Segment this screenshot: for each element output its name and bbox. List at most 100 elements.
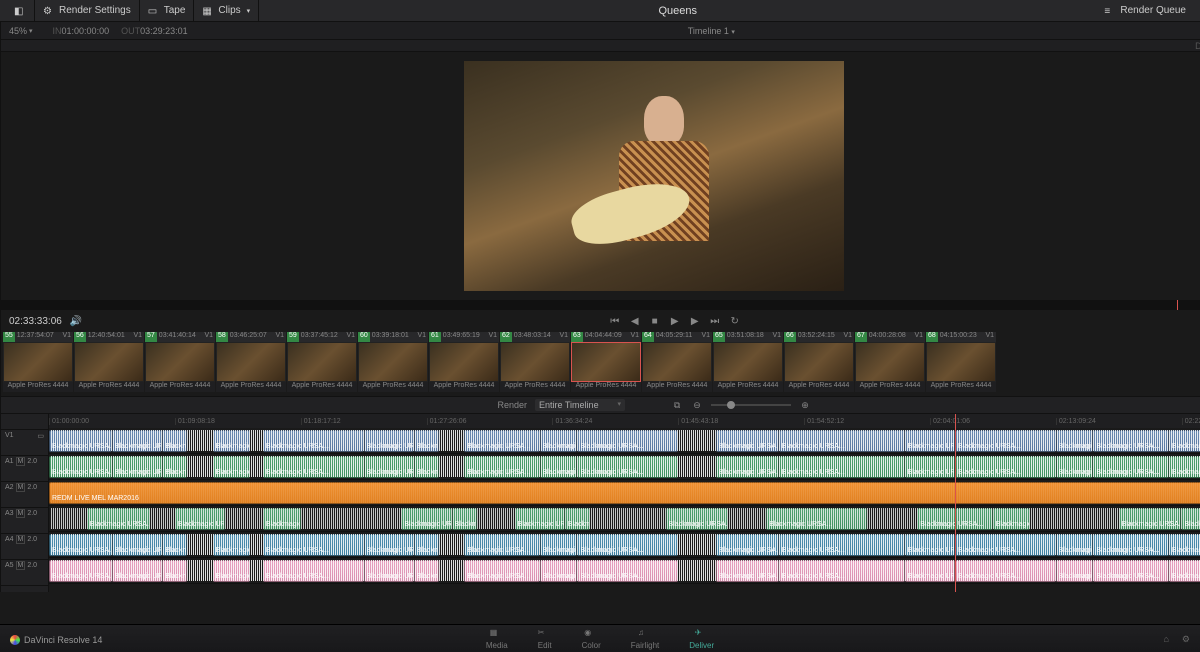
first-frame-button[interactable]: ⏮ — [609, 315, 621, 327]
timeline-clip[interactable]: Blackmagic URSA... — [716, 534, 779, 556]
timeline-clip[interactable]: Blackmagic URSA... — [716, 456, 779, 478]
timeline-clip[interactable]: Blackmagic URSA... — [162, 560, 187, 582]
timeline-clip[interactable]: Blackmagic URSA... — [162, 534, 187, 556]
tl-zoom-in-icon[interactable]: ⊕ — [799, 399, 811, 411]
thumbnail-clip[interactable]: 5612:40:54:01V1Apple ProRes 4444 — [74, 332, 144, 396]
home-icon[interactable]: ⌂ — [1163, 634, 1168, 645]
last-frame-button[interactable]: ⏭ — [709, 315, 721, 327]
timeline-clip[interactable]: Blackmagic URSA... — [414, 560, 439, 582]
timeline-clip[interactable]: Blackmagic URSA... — [364, 534, 414, 556]
volume-icon[interactable]: 🔊 — [70, 315, 82, 327]
timeline-clip[interactable]: Blackmagic URSA... — [1056, 534, 1094, 556]
timeline-clip[interactable]: Blackmagic URSA... — [540, 430, 578, 452]
timeline-clip[interactable]: Blackmagic URSA... — [955, 456, 1056, 478]
timeline-clip[interactable]: Blackmagic URSA... — [414, 430, 439, 452]
timeline-clip[interactable]: Blackmagic URSA... — [263, 534, 364, 556]
timeline-clip[interactable]: Blackmagic URSA... — [87, 508, 150, 530]
timeline-clip[interactable]: Blackmagic URSA... — [540, 456, 578, 478]
timeline-clip[interactable]: Blackmagic URSA... — [1093, 534, 1169, 556]
timeline-clip[interactable]: Blackmagic URSA... — [401, 508, 451, 530]
timeline-clip[interactable]: Blackmagic URSA... — [1169, 560, 1200, 582]
timeline-clip[interactable]: Blackmagic URSA... — [540, 560, 578, 582]
tl-zoom-slider[interactable] — [711, 404, 791, 406]
render-queue-tab[interactable]: ≡Render Queue — [1096, 0, 1194, 21]
tl-zoom-out-icon[interactable]: ⊖ — [691, 399, 703, 411]
thumbnail-clip[interactable]: 6404:05:29:11V1Apple ProRes 4444 — [642, 332, 712, 396]
timeline-clip[interactable]: Blackmagic URSA... — [49, 560, 112, 582]
nav-color[interactable]: ◉Color — [582, 628, 601, 650]
stop-button[interactable]: ■ — [649, 315, 661, 327]
timeline-clip[interactable]: Blackmagic URSA... — [464, 534, 540, 556]
timeline-clip[interactable]: Blackmagic URSA... — [213, 430, 251, 452]
timeline-clip[interactable]: Blackmagic URSA... — [49, 534, 112, 556]
timeline-clip[interactable]: Blackmagic URSA... — [905, 430, 955, 452]
timeline-clip[interactable]: Blackmagic URSA... — [213, 560, 251, 582]
timeline-clip[interactable]: Blackmagic URSA... — [112, 456, 162, 478]
thumbnail-clip[interactable]: 6503:51:08:18V1Apple ProRes 4444 — [713, 332, 783, 396]
thumbnail-clip[interactable]: 5803:46:25:07V1Apple ProRes 4444 — [216, 332, 286, 396]
timeline-clip[interactable]: Blackmagic URSA... — [577, 456, 678, 478]
next-frame-button[interactable]: ▶ — [689, 315, 701, 327]
timeline-clip[interactable]: Blackmagic URSA... — [263, 508, 301, 530]
timeline-clip[interactable]: Blackmagic URSA... — [779, 430, 905, 452]
timeline-clip[interactable]: Blackmagic URSA... — [1093, 456, 1169, 478]
timeline-clip[interactable]: Blackmagic URSA... — [112, 534, 162, 556]
nav-edit[interactable]: ✂Edit — [538, 628, 552, 650]
timeline-clip[interactable]: Blackmagic URSA... — [779, 456, 905, 478]
thumbnail-clip[interactable]: 6304:04:44:09V1Apple ProRes 4444 — [571, 332, 641, 396]
timeline-clip[interactable]: Blackmagic URSA... — [364, 560, 414, 582]
timeline-clip[interactable]: Blackmagic URSA... — [766, 508, 867, 530]
timeline-clip[interactable]: Blackmagic URSA... — [577, 430, 678, 452]
nav-media[interactable]: ▦Media — [486, 628, 508, 650]
render-scope-select[interactable]: Entire Timeline — [535, 399, 625, 411]
timeline-clip[interactable]: Blackmagic URSA... — [577, 560, 678, 582]
timeline-clip[interactable]: Blackmagic URSA... — [905, 560, 955, 582]
timeline-clip[interactable]: Blackmagic URSA... — [1093, 560, 1169, 582]
timeline-clip[interactable]: Blackmagic URSA... — [1119, 508, 1182, 530]
timeline-clip[interactable]: Blackmagic URSA... — [955, 560, 1056, 582]
timeline-clip[interactable]: REDM LIVE MEL MAR2016 — [49, 482, 1200, 504]
render-settings-tab[interactable]: ⚙Render Settings — [35, 0, 140, 21]
thumbnail-clip[interactable]: 5512:37:54:07V1Apple ProRes 4444 — [3, 332, 73, 396]
timeline-clip[interactable]: Blackmagic URSA... — [1056, 560, 1094, 582]
timeline-clip[interactable]: Blackmagic URSA... — [464, 456, 540, 478]
thumbnail-clip[interactable]: 6804:15:00:23V1Apple ProRes 4444 — [926, 332, 996, 396]
track-v1[interactable]: V1 — [5, 432, 14, 439]
timeline-clip[interactable]: Blackmagic URSA... — [1169, 456, 1200, 478]
nav-deliver[interactable]: ✈Deliver — [689, 628, 714, 650]
thumbnail-clip[interactable]: 6203:48:03:14V1Apple ProRes 4444 — [500, 332, 570, 396]
timeline-name[interactable]: Timeline 1 ▾ — [188, 26, 1200, 36]
timeline-clip[interactable]: Blackmagic URSA... — [162, 430, 187, 452]
timeline-clip[interactable]: Blackmagic URSA... — [716, 430, 779, 452]
thumbnail-clip[interactable]: 6704:00:28:08V1Apple ProRes 4444 — [855, 332, 925, 396]
loop-button[interactable]: ↻ — [729, 315, 741, 327]
track-a5[interactable]: A5 — [5, 562, 14, 569]
video-viewer[interactable] — [1, 52, 1200, 300]
thumbnail-clip[interactable]: 6103:49:65:19V1Apple ProRes 4444 — [429, 332, 499, 396]
timeline-clip[interactable]: Blackmagic URSA... — [112, 430, 162, 452]
timeline-clip[interactable]: Blackmagic URSA... — [1056, 456, 1094, 478]
tl-options-icon[interactable]: ⧉ — [671, 399, 683, 411]
timeline-clip[interactable]: Blackmagic URSA... — [49, 430, 112, 452]
timeline-clip[interactable]: Blackmagic URSA... — [414, 456, 439, 478]
timeline-clip[interactable]: Blackmagic URSA... — [577, 534, 678, 556]
timeline-clip[interactable]: Blackmagic URSA... — [213, 534, 251, 556]
timeline-clip[interactable]: Blackmagic URSA... — [905, 456, 955, 478]
thumbnail-clip[interactable]: 5903:37:45:12V1Apple ProRes 4444 — [287, 332, 357, 396]
nav-fairlight[interactable]: ♫Fairlight — [631, 628, 659, 650]
timeline-clip[interactable]: Blackmagic URSA... — [993, 508, 1031, 530]
timeline-clip[interactable]: Blackmagic URSA... — [213, 456, 251, 478]
thumbnail-clip[interactable]: 5703:41:40:14V1Apple ProRes 4444 — [145, 332, 215, 396]
workspace-toggle[interactable]: ◧ — [6, 0, 35, 21]
thumbnail-clip[interactable]: 6003:39:18:01V1Apple ProRes 4444 — [358, 332, 428, 396]
track-a2[interactable]: A2 — [5, 484, 14, 491]
timeline-clip[interactable]: Blackmagic URSA... — [464, 430, 540, 452]
timeline-clip[interactable]: Blackmagic URSA... — [540, 534, 578, 556]
prev-frame-button[interactable]: ◀ — [629, 315, 641, 327]
zoom-level[interactable]: 45% — [9, 26, 27, 36]
timeline-clip[interactable]: Blackmagic URSA... — [905, 534, 955, 556]
timeline-clip[interactable]: Blackmagic URSA... — [175, 508, 225, 530]
timeline-clip[interactable]: Blackmagic URSA... — [1093, 430, 1169, 452]
timeline-playhead[interactable] — [955, 414, 956, 592]
timeline-clip[interactable]: Blackmagic URSA... — [779, 534, 905, 556]
